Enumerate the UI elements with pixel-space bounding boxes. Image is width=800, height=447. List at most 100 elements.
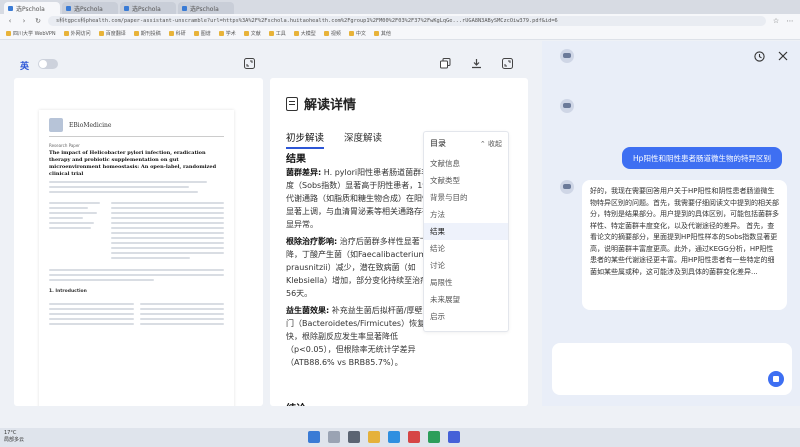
interpretation-title: 解读详情	[286, 94, 356, 113]
bookmark-item[interactable]: 文献	[243, 30, 261, 37]
menu-icon[interactable]: ⋯	[786, 17, 794, 25]
toc-item[interactable]: 未来展望	[424, 291, 508, 308]
pdf-text-line	[111, 207, 224, 209]
pdf-text-line	[49, 303, 134, 305]
app-icon[interactable]	[428, 431, 440, 443]
interpretation-title-text: 解读详情	[304, 98, 357, 113]
pdf-column	[111, 199, 224, 259]
user-message: Hp阳性和阴性患者肠道微生物的特异区别	[622, 147, 782, 169]
bookmark-item[interactable]: 大模型	[293, 30, 316, 37]
toc-item[interactable]: 方法	[424, 206, 508, 223]
result-paragraph: 菌群差异: H. pylori阳性患者肠道菌群丰富度（Sobs指数）显著高于阴性…	[286, 166, 438, 231]
pdf-text-line	[49, 313, 134, 315]
file-explorer-icon[interactable]	[368, 431, 380, 443]
toc-item[interactable]: 背景与目的	[424, 189, 508, 206]
browser-icon[interactable]	[388, 431, 400, 443]
toc-item[interactable]: 结果	[424, 223, 508, 240]
search-icon[interactable]	[328, 431, 340, 443]
tab-preliminary[interactable]: 初步解读	[286, 130, 325, 149]
pdf-text-line	[111, 227, 224, 229]
tab-deep[interactable]: 深度解读	[344, 130, 382, 149]
start-icon[interactable]	[308, 431, 320, 443]
download-icon[interactable]	[469, 56, 483, 70]
toc-item[interactable]: 结论	[424, 240, 508, 257]
forward-icon[interactable]: ›	[20, 17, 28, 25]
bookmark-item[interactable]: 期刊投稿	[133, 30, 161, 37]
pdf-text-line	[111, 247, 224, 249]
pdf-text-line	[139, 323, 224, 325]
interpretation-panel: 解读详情 初步解读 深度解读 结果 菌群差异: H. pylori阳性患者肠道菌…	[270, 78, 528, 406]
bookmark-item[interactable]: 中文	[348, 30, 366, 37]
bookmark-item[interactable]: 图谱	[193, 30, 211, 37]
toc-item[interactable]: 文献信息	[424, 155, 508, 172]
pdf-text-line	[49, 269, 224, 271]
pdf-column	[49, 300, 134, 325]
bookmark-item[interactable]: 学术	[218, 30, 236, 37]
pdf-text-line	[49, 181, 207, 183]
bookmark-item[interactable]: 工具	[268, 30, 286, 37]
pdf-text-line	[111, 252, 224, 254]
bookmark-item[interactable]: 百度翻译	[98, 30, 126, 37]
bookmark-item[interactable]: 其他	[373, 30, 391, 37]
pdf-text-line	[111, 222, 224, 224]
pdf-text-line	[111, 217, 224, 219]
reload-icon[interactable]: ↻	[34, 17, 42, 25]
bookmark-item[interactable]: 外网访问	[63, 30, 91, 37]
send-button[interactable]	[768, 371, 784, 387]
result-label: 菌群差异:	[286, 168, 322, 177]
back-icon[interactable]: ‹	[6, 17, 14, 25]
assistant-avatar-icon	[560, 49, 574, 63]
bookmark-item[interactable]: 四川大学 WebVPN	[6, 30, 56, 37]
bookmarks-bar: 四川大学 WebVPN 外网访问 百度翻译 期刊投稿 科研 图谱 学术 文献 工…	[0, 28, 800, 40]
pdf-text-line	[49, 274, 224, 276]
chat-panel: Hp阳性和阴性患者肠道微生物的特异区别 好的，我现在需要回答用户关于HP阳性和阴…	[542, 41, 800, 406]
close-icon[interactable]	[776, 49, 790, 63]
result-label: 益生菌效果:	[286, 306, 330, 315]
toc-item[interactable]: 讨论	[424, 257, 508, 274]
pdf-text-line	[139, 303, 224, 305]
result-text: 治疗后菌群多样性显著下降，丁酸产生菌（如Faecalibacterium pra…	[286, 237, 437, 298]
article-title: The impact of Helicobacter pylori infect…	[49, 150, 217, 177]
pdf-text-line	[111, 232, 224, 234]
result-paragraph: 益生菌效果: 补充益生菌后拟杆菌/厚壁菌门（Bacteroidetes/Firm…	[286, 304, 438, 369]
pdf-viewer[interactable]: EBioMedicine Research Paper The impact o…	[14, 78, 263, 406]
history-icon[interactable]	[752, 49, 766, 63]
weather-widget[interactable]: 17°C 局部多云	[4, 430, 24, 444]
pdf-text-line	[49, 202, 100, 204]
pdf-page: EBioMedicine Research Paper The impact o…	[39, 110, 234, 406]
app-icon[interactable]	[448, 431, 460, 443]
weather-temp: 17°C	[4, 430, 17, 436]
toc-item[interactable]: 局限性	[424, 274, 508, 291]
browser-tab[interactable]: 选Pschola	[120, 2, 176, 14]
browser-tab[interactable]: 选Pschola	[4, 2, 60, 14]
star-icon[interactable]: ☆	[772, 17, 780, 25]
toc-item[interactable]: 启示	[424, 308, 508, 325]
bookmark-item[interactable]: 科研	[168, 30, 186, 37]
pdf-column	[49, 199, 105, 259]
fullscreen-icon[interactable]	[500, 56, 514, 70]
chat-input[interactable]	[552, 343, 792, 395]
task-view-icon[interactable]	[348, 431, 360, 443]
browser-tab[interactable]: 选Pschola	[178, 2, 234, 14]
expand-icon[interactable]	[242, 56, 256, 70]
paper-assistant-app: 英 EBioMedicine Research Paper The impact…	[0, 41, 542, 406]
app-icon[interactable]	[408, 431, 420, 443]
translate-toggle[interactable]	[38, 59, 58, 69]
journal-logo	[49, 118, 63, 132]
taskbar-apps	[308, 431, 460, 443]
pdf-text-line	[139, 318, 224, 320]
url-field[interactable]: s科tgpcs科phealth.com/paper-assistant-unsc…	[48, 16, 766, 26]
copy-icon[interactable]	[438, 56, 452, 70]
assistant-message: 好的，我现在需要回答用户关于HP阳性和阴性患者肠道微生物特异区别的问题。首先，我…	[582, 180, 787, 310]
pdf-text-line	[139, 313, 224, 315]
pdf-text-line	[49, 186, 189, 188]
pdf-text-line	[49, 191, 198, 193]
pdf-columns	[49, 199, 224, 259]
toc-item[interactable]: 文献类型	[424, 172, 508, 189]
pdf-text-line	[49, 227, 92, 229]
result-label: 根除治疗影响:	[286, 237, 338, 246]
toc-collapse-button[interactable]: ⌃ 收起	[480, 139, 502, 149]
browser-tab[interactable]: 选Pschola	[62, 2, 118, 14]
bookmark-item[interactable]: 视频	[323, 30, 341, 37]
table-of-contents: 目录 ⌃ 收起 文献信息 文献类型 背景与目的 方法 结果 结论 讨论 局限性 …	[423, 131, 509, 332]
